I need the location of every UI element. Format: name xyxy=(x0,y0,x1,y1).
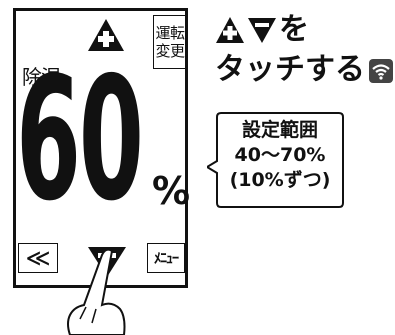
up-icon xyxy=(216,17,244,43)
callout-range: 40〜70% xyxy=(234,144,326,166)
mode-change-label-2: 変更 xyxy=(155,42,185,60)
down-icon xyxy=(248,18,276,43)
hand-pointer-icon xyxy=(67,248,126,335)
instruction-suffix: を xyxy=(279,12,309,47)
humidity-value: 60 xyxy=(16,41,144,239)
humidity-unit: % xyxy=(152,169,191,213)
wifi-icon xyxy=(369,58,393,83)
callout-title: 設定範囲 xyxy=(241,119,318,141)
range-callout-text: 設定範囲 40〜70% (10%ずつ) xyxy=(220,118,340,193)
instruction: を タッチする xyxy=(215,10,393,90)
callout-step: (10%ずつ) xyxy=(229,169,331,191)
mode-change-label-1: 運転 xyxy=(155,24,185,42)
mode-change-button[interactable]: 運転 変更 xyxy=(153,15,187,69)
instruction-touch: タッチする xyxy=(215,52,365,87)
